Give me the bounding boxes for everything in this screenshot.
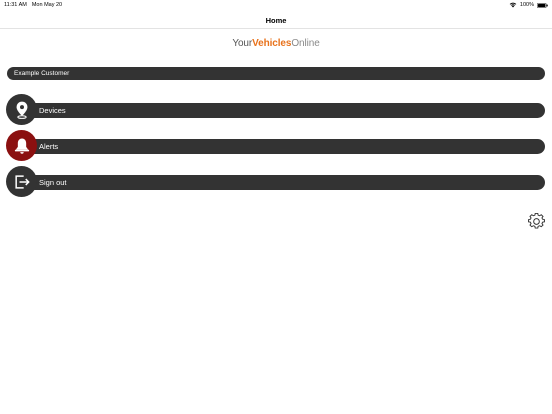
logo-text-online: Online bbox=[291, 38, 320, 49]
location-pin-icon[interactable] bbox=[6, 94, 37, 125]
logo-text-vehicles: Vehicles bbox=[252, 38, 292, 49]
bell-icon-graphic bbox=[14, 138, 29, 154]
sign-out-icon-graphic bbox=[14, 174, 30, 189]
menu-item-bar[interactable]: Sign out bbox=[20, 175, 545, 190]
menu-item-label: Alerts bbox=[39, 142, 59, 151]
menu-item-label: Sign out bbox=[39, 178, 67, 187]
menu-item-bar[interactable]: Alerts bbox=[20, 139, 545, 154]
navigation-bar: Home bbox=[0, 10, 552, 29]
battery-percent: 100% bbox=[519, 2, 534, 8]
customer-name-bar: Example Customer bbox=[7, 67, 545, 80]
menu-item-devices[interactable]: Devices bbox=[6, 94, 545, 126]
bell-icon[interactable] bbox=[6, 130, 37, 161]
battery-icon bbox=[537, 2, 548, 8]
status-date: Mon May 20 bbox=[31, 2, 63, 8]
menu-item-bar[interactable]: Devices bbox=[20, 103, 545, 118]
menu-item-alerts[interactable]: Alerts bbox=[6, 130, 545, 162]
wifi-icon bbox=[509, 2, 517, 8]
status-left: 11:31 AM Mon May 20 bbox=[4, 2, 62, 8]
menu-item-sign-out[interactable]: Sign out bbox=[6, 166, 545, 198]
menu-item-label: Devices bbox=[39, 106, 66, 115]
logo-text-your: Your bbox=[232, 38, 253, 49]
status-right: 100% bbox=[509, 2, 548, 8]
customer-name: Example Customer bbox=[14, 70, 70, 77]
status-time: 11:31 AM bbox=[4, 2, 27, 8]
gear-icon[interactable] bbox=[528, 213, 545, 230]
status-bar: 11:31 AM Mon May 20 100% bbox=[0, 0, 552, 10]
sign-out-icon[interactable] bbox=[6, 166, 37, 197]
location-pin-icon-graphic bbox=[16, 101, 27, 119]
page-title: Home bbox=[265, 16, 287, 25]
app-logo: YourVehiclesOnline bbox=[0, 38, 552, 49]
